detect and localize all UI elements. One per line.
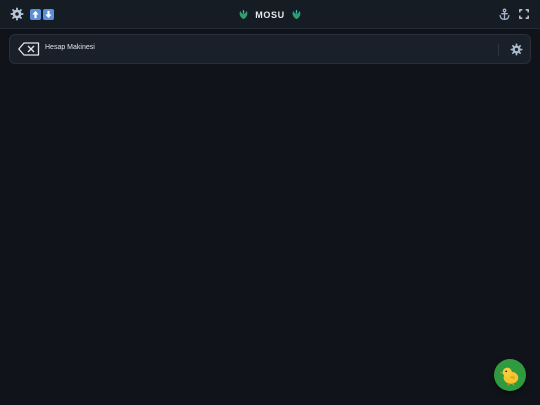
top-bar: MOSU — [0, 0, 540, 29]
chick-icon — [499, 367, 519, 386]
app-window: MOSU Hesap Makinesi — [0, 0, 540, 405]
tool-label: Hesap Makinesi — [45, 44, 95, 51]
anchor-button[interactable] — [496, 6, 512, 22]
tool-card-calculator[interactable]: Hesap Makinesi — [9, 34, 531, 64]
floating-action-button[interactable] — [494, 359, 526, 391]
gear-icon[interactable] — [510, 43, 523, 56]
fullscreen-icon — [519, 9, 529, 19]
divider — [498, 44, 499, 56]
peacock-icon — [292, 9, 301, 20]
fullscreen-button[interactable] — [516, 6, 532, 22]
backspace-icon — [18, 42, 40, 56]
anchor-icon — [499, 8, 509, 20]
peacock-icon — [239, 9, 248, 20]
app-title: MOSU — [255, 9, 285, 20]
brand: MOSU — [0, 7, 540, 22]
